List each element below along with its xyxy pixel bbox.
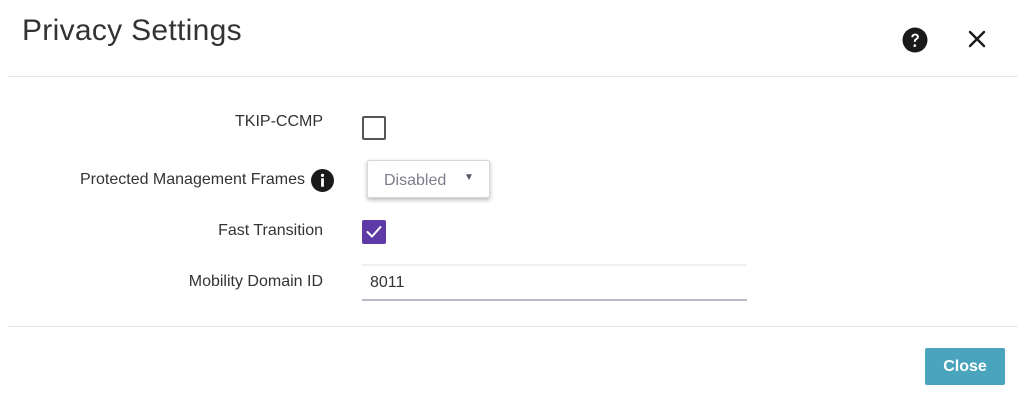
- mobility-domain-id-label: Mobility Domain ID: [188, 273, 323, 290]
- question-circle-icon[interactable]: [902, 27, 928, 53]
- pmf-label: Protected Management Frames: [80, 171, 305, 188]
- footer-divider: [8, 326, 1018, 327]
- checkmark-icon: [366, 226, 382, 238]
- info-circle-icon[interactable]: [311, 169, 334, 192]
- tkip-ccmp-label: TKIP-CCMP: [235, 113, 323, 130]
- pmf-select[interactable]: Disabled ▼: [367, 160, 490, 198]
- close-button[interactable]: Close: [925, 348, 1005, 385]
- fast-transition-label: Fast Transition: [218, 222, 323, 239]
- tkip-ccmp-checkbox[interactable]: [362, 116, 386, 140]
- privacy-settings-dialog: Privacy Settings TKIP-CCMP Protected Man…: [0, 0, 1024, 411]
- pmf-selected-value: Disabled: [384, 172, 447, 189]
- mobility-domain-id-input[interactable]: [362, 264, 747, 301]
- chevron-down-icon: ▼: [464, 172, 474, 183]
- dialog-title: Privacy Settings: [22, 14, 242, 47]
- fast-transition-checkbox[interactable]: [362, 220, 386, 244]
- close-x-icon[interactable]: [965, 27, 989, 51]
- header-divider: [8, 76, 1018, 77]
- dialog-header: Privacy Settings: [0, 0, 1024, 76]
